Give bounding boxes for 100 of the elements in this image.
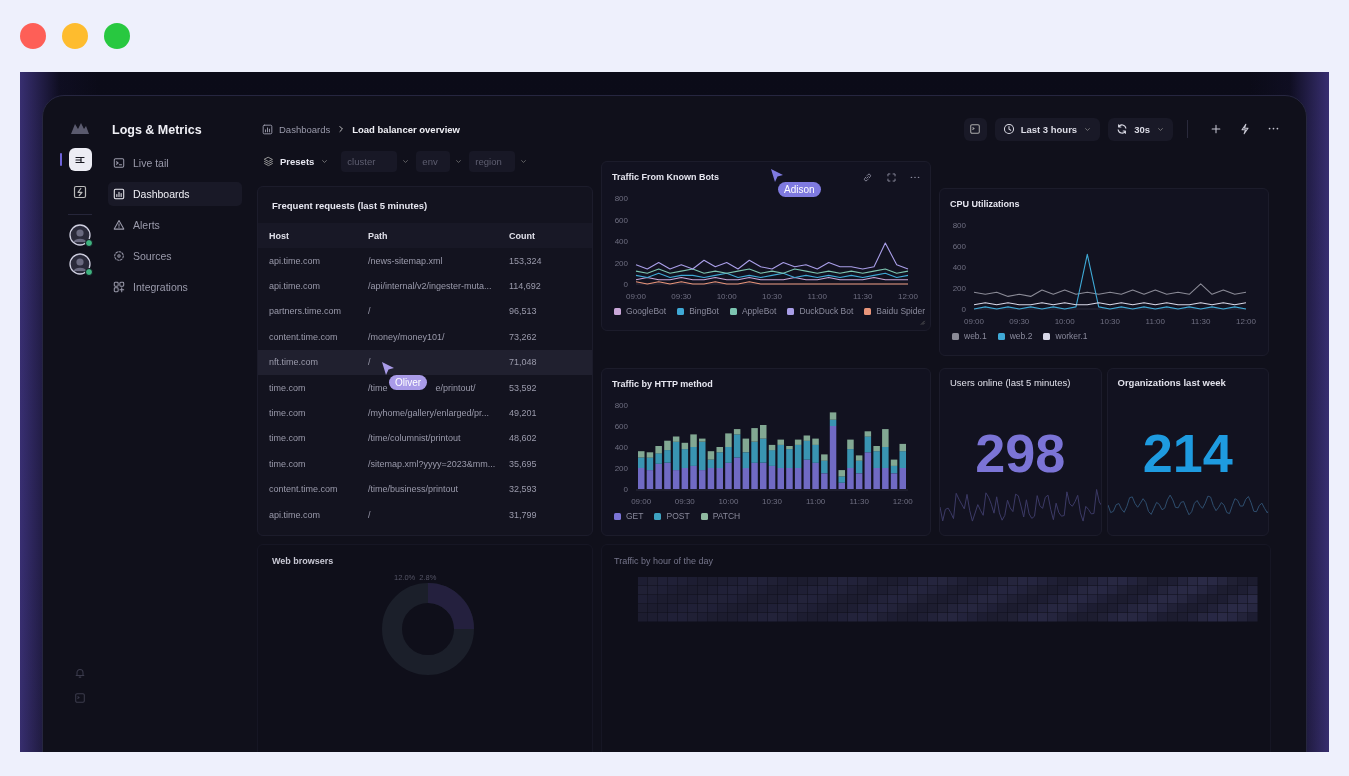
plus-icon: [1210, 123, 1222, 135]
nav-item[interactable]: Integrations: [108, 275, 242, 299]
axis-label: 400: [614, 237, 628, 246]
axis-label: 11:00: [1145, 317, 1165, 326]
axis-label: 600: [614, 215, 628, 225]
axis-label: 09:30: [671, 292, 692, 301]
filter-field[interactable]: env: [416, 151, 451, 172]
axis-label: 10:00: [718, 497, 739, 506]
axis-label: 0: [623, 280, 628, 289]
time-range-dropdown[interactable]: Last 3 hours: [994, 117, 1101, 141]
column-header: Path: [368, 230, 389, 241]
stat-title: Organizations last week: [1116, 376, 1227, 390]
table-cell-text: api.time.com: [269, 255, 322, 266]
axis-label: 10:30: [762, 292, 782, 301]
bar-chart-icon: [113, 188, 125, 200]
table-cell: /money/money101/: [368, 331, 445, 342]
axis-label: 11:00: [805, 497, 826, 506]
more-icon: [910, 175, 920, 179]
link-button[interactable]: [862, 171, 873, 183]
table-cell: /sitemap.xml?yyyy=2023&mm...: [368, 458, 496, 469]
table-cell-text: api.time.com: [269, 509, 322, 520]
legend-label: BingBot: [689, 306, 719, 316]
table-cell: /myhome/gallery/enlarged/pr...: [368, 408, 490, 419]
table-cell-text: time.com: [269, 458, 307, 469]
nav-item[interactable]: Sources: [108, 244, 242, 268]
bolt-icon: [73, 184, 87, 199]
table-cell: /time/business/printout: [368, 484, 459, 495]
table-cell-text: time.com: [269, 382, 307, 393]
axis-label: 600: [614, 422, 628, 431]
refresh-interval-dropdown[interactable]: 30s: [1108, 117, 1173, 141]
table-cell-text: 73,262: [509, 331, 538, 342]
axis-label: 11:30: [849, 497, 869, 506]
stat-value: 298: [975, 426, 1066, 480]
legend-label: POST: [666, 511, 690, 521]
axis-label: 0: [623, 485, 628, 494]
rail-button[interactable]: [68, 148, 92, 171]
card-title: Traffic by hour of the day: [613, 555, 715, 568]
presets-dropdown[interactable]: Presets: [263, 156, 330, 167]
table-title: Frequent requests (last 5 minutes): [271, 199, 429, 213]
clock-icon: [1002, 123, 1015, 135]
axis-label: 0: [961, 305, 966, 314]
axis-label: 600: [952, 242, 966, 251]
avatar[interactable]: [69, 253, 91, 275]
link-icon: [862, 171, 873, 183]
legend-label: GoogleBot: [626, 306, 667, 316]
panel-icon: [74, 692, 86, 704]
legend-label: worker.1: [1055, 331, 1088, 341]
add-button[interactable]: [1210, 123, 1222, 135]
more-button[interactable]: [1268, 127, 1279, 131]
refresh-icon: [1116, 123, 1129, 135]
more-button[interactable]: [910, 175, 920, 179]
chart-title: CPU Utilizations: [950, 199, 1020, 209]
bar-chart-icon: [262, 123, 273, 135]
selected-table-row[interactable]: nft.time.com / 71,048: [258, 349, 592, 375]
axis-label: 800: [952, 221, 966, 230]
axis-label: 400: [952, 263, 966, 272]
column-header: Host: [269, 230, 290, 241]
axis-label: 200: [614, 258, 628, 268]
filter-field[interactable]: region: [469, 151, 516, 172]
axis-label: 09:00: [631, 497, 652, 506]
table-cell-text: partners.time.com: [269, 306, 343, 317]
stat-value: 214: [1142, 426, 1233, 480]
app-title: Logs & Metrics: [112, 123, 203, 137]
nav-item[interactable]: Alerts: [108, 213, 242, 237]
axis-label: 10:00: [1054, 317, 1075, 326]
axis-label: 200: [952, 284, 966, 293]
expand-icon: [886, 171, 897, 183]
table-cell-text: 48,602: [509, 433, 538, 444]
expand-button[interactable]: [886, 171, 897, 183]
axis-label: 800: [614, 194, 628, 203]
nav-item[interactable]: Dashboards: [108, 182, 242, 206]
breadcrumb-link[interactable]: Dashboards: [279, 123, 331, 135]
window-control-button[interactable]: [20, 23, 46, 49]
table-cell-text: api.time.com: [269, 281, 322, 292]
panel-button[interactable]: [963, 117, 987, 141]
warning-icon: [113, 219, 125, 231]
axis-label: 11:00: [807, 292, 827, 301]
avatar[interactable]: [69, 224, 91, 246]
panel-icon: [969, 123, 982, 135]
chart-title: Traffic From Known Bots: [612, 172, 719, 182]
dashed-circle-icon: [113, 250, 125, 262]
more-icon: [1268, 127, 1279, 131]
card-title: Web browsers: [272, 556, 334, 566]
legend-label: web.1: [964, 331, 987, 341]
nav-item[interactable]: Live tail: [108, 151, 242, 175]
axis-label: 400: [614, 443, 628, 452]
axis-label: 10:30: [1100, 317, 1120, 326]
chevron-down-icon: [320, 157, 330, 166]
table-cell-text: 49,201: [509, 408, 538, 419]
axis-label: 10:00: [716, 292, 737, 301]
chevron-down-icon: [401, 157, 411, 166]
cursor-label: Adison: [778, 182, 821, 197]
table-cell: /: [368, 357, 371, 368]
filter-field[interactable]: cluster: [341, 151, 398, 172]
covered-cell-text: e/printout/: [435, 382, 476, 393]
table-cell-text: time.com: [269, 408, 307, 419]
legend-label: web.2: [1009, 331, 1033, 341]
table-cell-text: time.com: [269, 433, 307, 444]
legend-label: DuckDuck Bot: [799, 306, 854, 316]
bolt-button[interactable]: [1239, 123, 1251, 135]
